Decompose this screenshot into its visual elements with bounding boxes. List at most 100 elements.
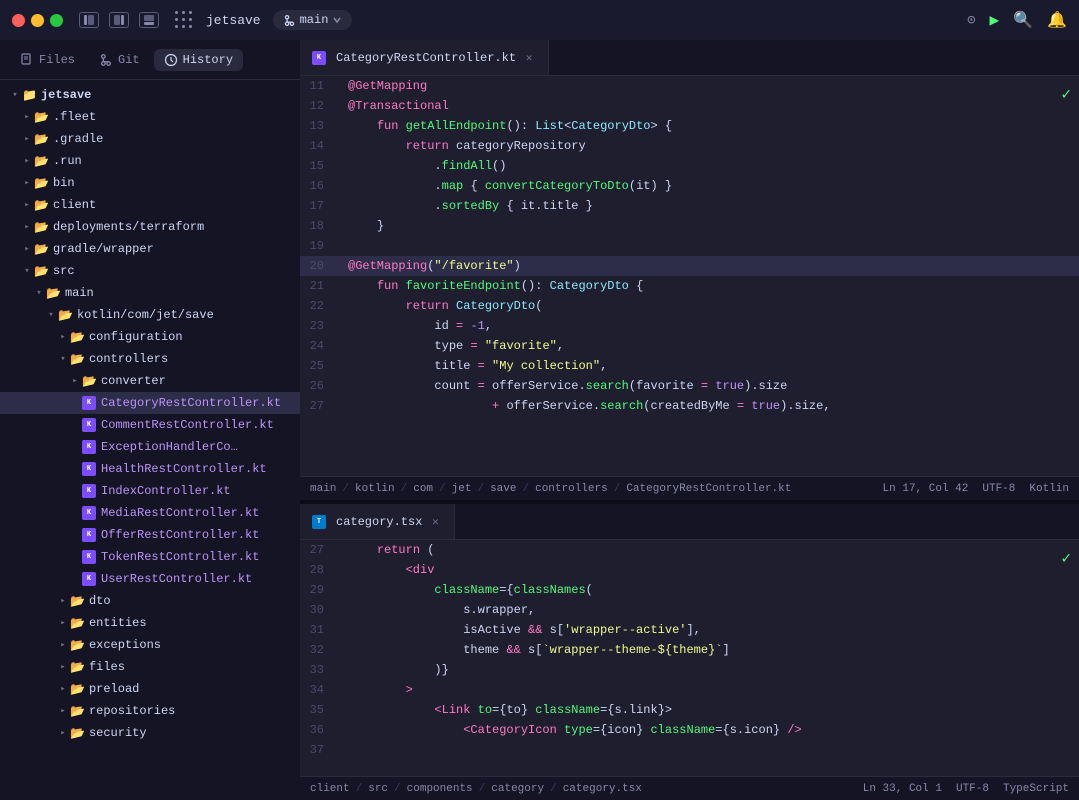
code-line-11: 11 @GetMapping bbox=[300, 76, 1079, 96]
tab-history[interactable]: History bbox=[154, 49, 243, 71]
tab-git[interactable]: Git bbox=[89, 49, 150, 71]
tree-item-comment-controller[interactable]: ▸ K CommentRestController.kt bbox=[0, 414, 300, 436]
status-bar-top: main / kotlin / com / jet / save / contr… bbox=[300, 476, 1079, 500]
tree-item-client[interactable]: ▸ 📂 client bbox=[0, 194, 300, 216]
tree-item-run-dot[interactable]: ▸ 📂 .run bbox=[0, 150, 300, 172]
tree-item-exception-controller[interactable]: ▸ K ExceptionHandlerControlle bbox=[0, 436, 300, 458]
tree-item-category-controller[interactable]: ▸ K CategoryRestController.kt bbox=[0, 392, 300, 414]
breadcrumb-kotlin: kotlin bbox=[355, 483, 395, 495]
editor-area: K CategoryRestController.kt ✕ ✓ 11 @GetM… bbox=[300, 40, 1079, 800]
notifications-icon[interactable]: 🔔 bbox=[1047, 10, 1067, 30]
code-line-b31: 31 isActive && s['wrapper--active'], bbox=[300, 620, 1079, 640]
tree-item-controllers[interactable]: ▾ 📂 controllers bbox=[0, 348, 300, 370]
status-right-bottom: Ln 33, Col 1 UTF-8 TypeScript bbox=[863, 783, 1069, 795]
code-line-b29: 29 className={classNames( bbox=[300, 580, 1079, 600]
tree-item-security[interactable]: ▸ 📂 security bbox=[0, 722, 300, 744]
tab-git-label: Git bbox=[118, 53, 140, 67]
breadcrumb-src: src bbox=[368, 783, 388, 795]
status-bar-bottom: client / src / components / category / c… bbox=[300, 776, 1079, 800]
close-tab-category-tsx[interactable]: ✕ bbox=[428, 515, 442, 529]
titlebar: jetsave main ⊙ ▶ 🔍 🔔 bbox=[0, 0, 1079, 40]
tab-category-controller[interactable]: K CategoryRestController.kt ✕ bbox=[300, 40, 549, 75]
encoding-top: UTF-8 bbox=[982, 483, 1015, 495]
breadcrumb-category: category bbox=[491, 783, 544, 795]
code-line-15: 15 .findAll() bbox=[300, 156, 1079, 176]
file-tree: ▾ 📁 jetsave ▸ 📂 .fleet ▸ 📂 .gradle bbox=[0, 80, 300, 800]
check-mark-top: ✓ bbox=[1061, 84, 1071, 104]
code-line-b32: 32 theme && s[`wrapper--theme-${theme}`] bbox=[300, 640, 1079, 660]
code-line-b34: 34 > bbox=[300, 680, 1079, 700]
panel-right-icon[interactable] bbox=[109, 12, 129, 28]
close-button[interactable] bbox=[12, 14, 25, 27]
search-icon[interactable]: 🔍 bbox=[1013, 10, 1033, 30]
tree-item-repositories[interactable]: ▸ 📂 repositories bbox=[0, 700, 300, 722]
code-line-23: 23 id = -1, bbox=[300, 316, 1079, 336]
branch-name: main bbox=[300, 13, 329, 27]
tab-files-label: Files bbox=[39, 53, 75, 67]
code-line-22: 22 return CategoryDto( bbox=[300, 296, 1079, 316]
branch-selector[interactable]: main bbox=[273, 10, 353, 30]
code-line-20: 20 @GetMapping("/favorite") bbox=[300, 256, 1079, 276]
tree-item-health-controller[interactable]: ▸ K HealthRestController.kt bbox=[0, 458, 300, 480]
tab-files[interactable]: Files bbox=[10, 49, 85, 71]
code-table-bottom: 27 return ( 28 <div 29 className={cl bbox=[300, 540, 1079, 760]
breadcrumb-controllers: controllers bbox=[535, 483, 608, 495]
tree-item-exceptions[interactable]: ▸ 📂 exceptions bbox=[0, 634, 300, 656]
maximize-button[interactable] bbox=[50, 14, 63, 27]
streaming-icon[interactable]: ⊙ bbox=[967, 12, 975, 29]
tree-item-index-controller[interactable]: ▸ K IndexController.kt bbox=[0, 480, 300, 502]
encoding-bottom: UTF-8 bbox=[956, 783, 989, 795]
code-line-16: 16 .map { convertCategoryToDto(it) } bbox=[300, 176, 1079, 196]
breadcrumb-file-tsx: category.tsx bbox=[563, 783, 642, 795]
code-line-b33: 33 )} bbox=[300, 660, 1079, 680]
tree-item-token-controller[interactable]: ▸ K TokenRestController.kt bbox=[0, 546, 300, 568]
cursor-position-bottom: Ln 33, Col 1 bbox=[863, 783, 942, 795]
tree-item-preload[interactable]: ▸ 📂 preload bbox=[0, 678, 300, 700]
code-line-17: 17 .sortedBy { it.title } bbox=[300, 196, 1079, 216]
code-line-21: 21 fun favoriteEndpoint(): CategoryDto { bbox=[300, 276, 1079, 296]
tree-item-configuration[interactable]: ▸ 📂 configuration bbox=[0, 326, 300, 348]
titlebar-right-icons: ⊙ ▶ 🔍 🔔 bbox=[967, 10, 1067, 30]
tab-category-tsx[interactable]: T category.tsx ✕ bbox=[300, 504, 455, 539]
tree-item-gradle-wrapper[interactable]: ▸ 📂 gradle/wrapper bbox=[0, 238, 300, 260]
tree-item-fleet[interactable]: ▸ 📂 .fleet bbox=[0, 106, 300, 128]
tree-item-entities[interactable]: ▸ 📂 entities bbox=[0, 612, 300, 634]
tree-root[interactable]: ▾ 📁 jetsave bbox=[0, 84, 300, 106]
code-line-b27: 27 return ( bbox=[300, 540, 1079, 560]
tree-item-gradle-dot[interactable]: ▸ 📂 .gradle bbox=[0, 128, 300, 150]
tree-item-deployments[interactable]: ▸ 📂 deployments/terraform bbox=[0, 216, 300, 238]
tree-item-files[interactable]: ▸ 📂 files bbox=[0, 656, 300, 678]
code-line-13: 13 fun getAllEndpoint(): List<CategoryDt… bbox=[300, 116, 1079, 136]
tab-history-label: History bbox=[183, 53, 233, 67]
tree-item-media-controller[interactable]: ▸ K MediaRestController.kt bbox=[0, 502, 300, 524]
tree-item-main[interactable]: ▾ 📂 main bbox=[0, 282, 300, 304]
panel-bottom-icon[interactable] bbox=[139, 12, 159, 28]
tree-item-dto[interactable]: ▸ 📂 dto bbox=[0, 590, 300, 612]
code-view-top[interactable]: ✓ 11 @GetMapping 12 @Transactional bbox=[300, 76, 1079, 476]
traffic-lights bbox=[12, 14, 63, 27]
panel-icons bbox=[79, 12, 159, 28]
code-line-b36: 36 <CategoryIcon type={icon} className={… bbox=[300, 720, 1079, 740]
tree-item-kotlin-path[interactable]: ▾ 📂 kotlin/com/jet/save bbox=[0, 304, 300, 326]
project-name: jetsave bbox=[206, 13, 261, 28]
editor-pane-top: K CategoryRestController.kt ✕ ✓ 11 @GetM… bbox=[300, 40, 1079, 500]
tree-item-user-controller[interactable]: ▸ K UserRestController.kt bbox=[0, 568, 300, 590]
tree-item-offer-controller[interactable]: ▸ K OfferRestController.kt bbox=[0, 524, 300, 546]
code-view-bottom[interactable]: ✓ 27 return ( 28 <div bbox=[300, 540, 1079, 776]
run-icon[interactable]: ▶ bbox=[990, 10, 1000, 30]
tree-item-bin[interactable]: ▸ 📂 bin bbox=[0, 172, 300, 194]
code-line-14: 14 return categoryRepository bbox=[300, 136, 1079, 156]
breadcrumb-jet: jet bbox=[452, 483, 472, 495]
tree-item-converter[interactable]: ▸ 📂 converter bbox=[0, 370, 300, 392]
sidebar: Files Git History ▾ 📁 jetsave ▸ 📂 bbox=[0, 40, 300, 800]
main-layout: Files Git History ▾ 📁 jetsave ▸ 📂 bbox=[0, 40, 1079, 800]
code-line-b37: 37 bbox=[300, 740, 1079, 760]
breadcrumb-main: main bbox=[310, 483, 336, 495]
sidebar-toggle-icon[interactable] bbox=[79, 12, 99, 28]
tree-item-src[interactable]: ▾ 📂 src bbox=[0, 260, 300, 282]
cursor-position-top: Ln 17, Col 42 bbox=[883, 483, 969, 495]
close-tab-category[interactable]: ✕ bbox=[522, 51, 536, 65]
minimize-button[interactable] bbox=[31, 14, 44, 27]
breadcrumb-client: client bbox=[310, 783, 350, 795]
apps-grid-icon[interactable] bbox=[175, 11, 194, 30]
